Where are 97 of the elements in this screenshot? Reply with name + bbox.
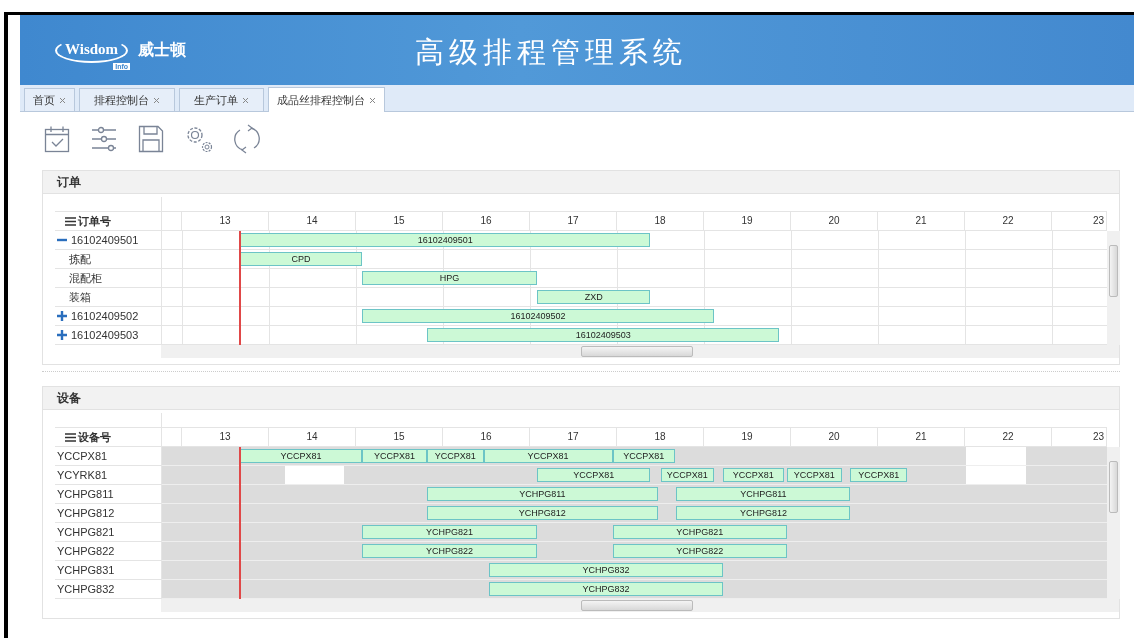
task-bar[interactable]: YCCPX81: [483, 449, 613, 463]
sliders-button[interactable]: [90, 125, 118, 153]
expand-icon[interactable]: [57, 330, 67, 340]
logo-name: 威士顿: [138, 39, 187, 60]
list-icon: [65, 216, 76, 226]
vertical-scrollbar[interactable]: [1107, 231, 1120, 345]
task-bar[interactable]: 16102409501: [240, 233, 651, 247]
tab[interactable]: 成品丝排程控制台: [268, 87, 385, 112]
equipment-number: YCHPG811: [57, 488, 114, 500]
task-bar[interactable]: YCCPX81: [850, 468, 907, 482]
task-bar[interactable]: YCCPX81: [240, 449, 362, 463]
hour-label: 14: [269, 212, 356, 230]
task-bar[interactable]: YCHPG822: [612, 544, 787, 558]
task-bar[interactable]: YCCPX81: [786, 468, 842, 482]
horizontal-scrollbar[interactable]: [161, 345, 1119, 358]
horizontal-scrollbar[interactable]: [161, 599, 1119, 612]
hour-label: 17: [530, 428, 617, 446]
hour-label: 19: [704, 428, 791, 446]
calendar-check-icon: [44, 125, 70, 153]
task-bar[interactable]: YCHPG832: [489, 563, 723, 577]
close-icon[interactable]: [242, 96, 249, 104]
list-icon: [65, 432, 76, 442]
hour-label: 22: [965, 212, 1052, 230]
refresh-button[interactable]: [234, 124, 260, 154]
hour-label: 16: [443, 212, 530, 230]
task-bar[interactable]: YCCPX81: [660, 468, 715, 482]
section-title: 设备: [43, 387, 1119, 410]
hour-label: 15: [356, 212, 443, 230]
close-icon[interactable]: [369, 96, 376, 104]
process-name: 拣配: [68, 251, 91, 267]
task-bar[interactable]: YCHPG812: [427, 506, 658, 520]
hour-label: 18: [617, 428, 704, 446]
task-bar[interactable]: YCHPG811: [676, 487, 851, 501]
equipment-number: YCYRK81: [57, 469, 108, 481]
gears-button[interactable]: [184, 124, 214, 154]
close-icon[interactable]: [59, 96, 66, 104]
hour-label: 13: [182, 428, 269, 446]
column-header: 订单号: [78, 213, 111, 229]
hour-label: 21: [878, 212, 965, 230]
hour-label: 20: [791, 212, 878, 230]
task-bar[interactable]: 16102409503: [427, 328, 780, 342]
task-bar[interactable]: YCCPX81: [361, 449, 428, 463]
equipment-number: YCHPG831: [57, 564, 115, 576]
task-bar[interactable]: YCCPX81: [537, 468, 651, 482]
hour-label: 19: [704, 212, 791, 230]
app-title: 高级排程管理系统: [415, 35, 687, 70]
task-bar[interactable]: 16102409502: [361, 309, 715, 323]
calendar-button[interactable]: [44, 125, 70, 153]
column-header: 设备号: [78, 429, 111, 445]
task-bar[interactable]: YCCPX81: [722, 468, 784, 482]
close-icon[interactable]: [153, 96, 160, 104]
tab[interactable]: 首页: [24, 88, 75, 111]
task-bar[interactable]: YCHPG811: [427, 487, 658, 501]
hour-label: 14: [269, 428, 356, 446]
task-bar[interactable]: HPG: [361, 271, 538, 285]
order-number: 16102409501: [71, 234, 139, 246]
hour-label: 13: [182, 212, 269, 230]
hour-label: 17: [530, 212, 617, 230]
hour-label: 18: [617, 212, 704, 230]
hour-label: 23: [1052, 212, 1107, 230]
equipment-number: YCHPG812: [57, 507, 115, 519]
task-bar[interactable]: ZXD: [537, 290, 651, 304]
hour-label: 20: [791, 428, 878, 446]
free-slot: [966, 447, 1026, 465]
hour-label: 23: [1052, 428, 1107, 446]
sliders-icon: [90, 125, 118, 153]
vertical-scrollbar[interactable]: [1107, 447, 1120, 599]
settings-icon: [184, 124, 214, 154]
process-name: 装箱: [68, 289, 91, 305]
expand-icon[interactable]: [57, 311, 67, 321]
task-bar[interactable]: YCHPG822: [361, 544, 538, 558]
tab[interactable]: 排程控制台: [79, 88, 175, 111]
equipment-number: YCHPG832: [57, 583, 115, 595]
hour-label: 22: [965, 428, 1052, 446]
refresh-icon: [234, 124, 260, 154]
hour-label: 15: [356, 428, 443, 446]
free-slot: [966, 466, 1026, 484]
hour-label: 16: [443, 428, 530, 446]
save-icon: [138, 125, 164, 153]
process-name: 混配柜: [68, 270, 102, 286]
hour-label: 21: [878, 428, 965, 446]
task-bar[interactable]: CPD: [240, 252, 362, 266]
equipment-number: YCHPG821: [57, 526, 115, 538]
task-bar[interactable]: YCHPG812: [676, 506, 851, 520]
task-bar[interactable]: YCCPX81: [427, 449, 484, 463]
save-button[interactable]: [138, 125, 164, 153]
task-bar[interactable]: YCHPG821: [612, 525, 787, 539]
section-title: 订单: [43, 171, 1119, 194]
order-number: 16102409502: [71, 310, 139, 322]
order-number: 16102409503: [71, 329, 139, 341]
task-bar[interactable]: YCCPX81: [612, 449, 675, 463]
task-bar[interactable]: YCHPG821: [361, 525, 538, 539]
equipment-number: YCHPG822: [57, 545, 115, 557]
free-slot: [284, 466, 345, 484]
equipment-number: YCCPX81: [57, 450, 108, 462]
task-bar[interactable]: YCHPG832: [489, 582, 723, 596]
tab[interactable]: 生产订单: [179, 88, 264, 111]
